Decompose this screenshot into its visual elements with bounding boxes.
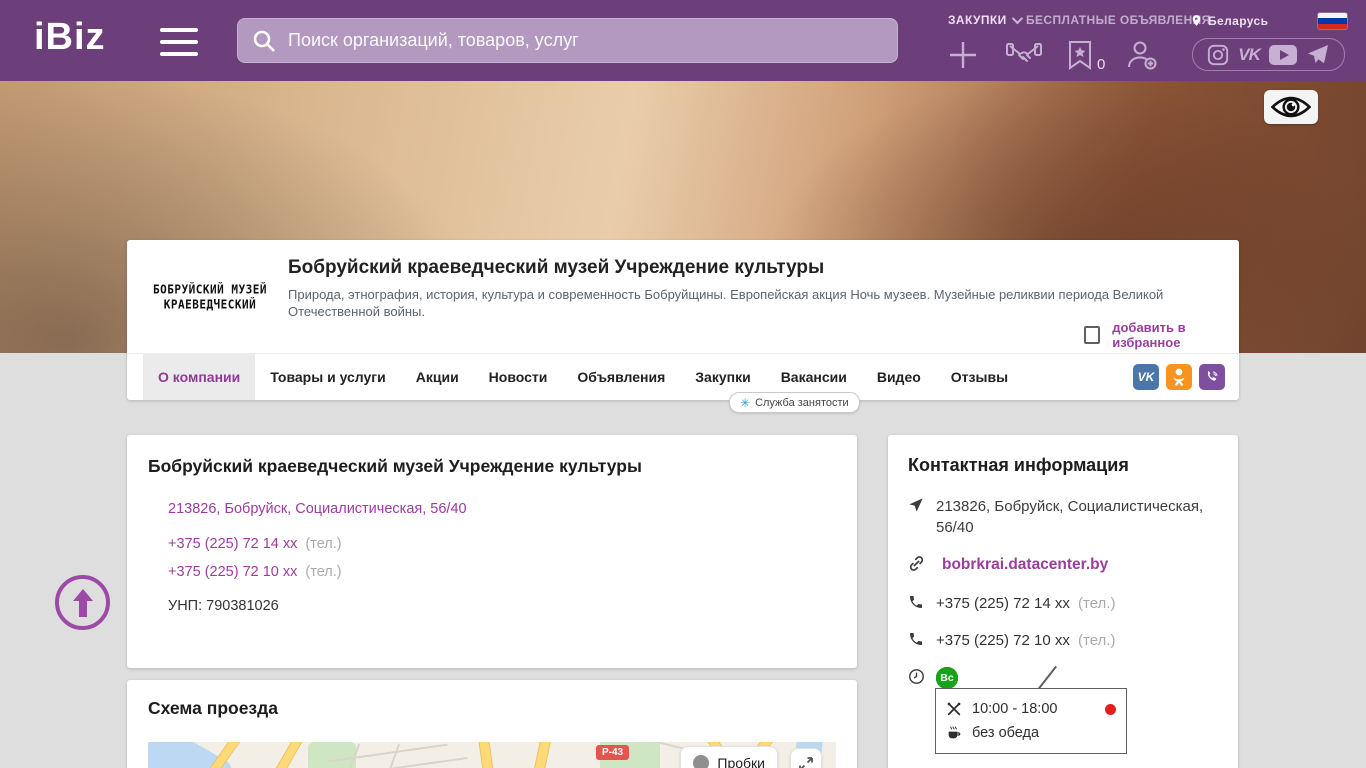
menu-zakupki[interactable]: ЗАКУПКИ xyxy=(948,12,1023,27)
map-title: Схема проезда xyxy=(148,698,278,718)
plus-icon xyxy=(950,42,976,68)
contact-website: bobrkrai.datacenter.by xyxy=(908,554,1218,575)
day-pill-sun[interactable]: Вс xyxy=(936,667,958,689)
link-icon xyxy=(908,555,925,578)
search-icon xyxy=(253,30,275,52)
vk-icon[interactable]: VK xyxy=(1238,45,1261,65)
logo[interactable]: iBiz xyxy=(34,16,106,59)
odnoklassniki-icon[interactable] xyxy=(1166,364,1192,390)
map-road xyxy=(474,742,511,768)
traffic-button[interactable]: Пробки xyxy=(680,746,778,768)
add-to-favorites[interactable]: добавить в избранное xyxy=(1084,320,1239,350)
search-input[interactable] xyxy=(288,30,883,51)
company-socials: VK xyxy=(1133,364,1225,390)
hamburger-menu-icon[interactable] xyxy=(160,28,198,56)
map-card: Схема проезда Р-43 Пробки xyxy=(127,680,857,768)
road-badge: Р-43 xyxy=(596,745,630,760)
tab-news[interactable]: Новости xyxy=(474,354,563,400)
company-card: БОБРУЙСКИЙ МУЗЕЙ КРАЕВЕДЧЕСКИЙ Бобруйски… xyxy=(127,240,1239,400)
company-title: Бобруйский краеведческий музей Учреждени… xyxy=(288,257,825,278)
tools-icon xyxy=(947,702,961,716)
contact-address: 213826, Бобруйск, Социалистическая, 56/4… xyxy=(908,496,1218,538)
tab-video[interactable]: Видео xyxy=(862,354,936,400)
eye-icon xyxy=(1271,96,1311,118)
about-title: Бобруйский краеведческий музей Учреждени… xyxy=(148,456,642,476)
location-pin-icon xyxy=(1192,15,1201,26)
employment-service-icon: ✳ xyxy=(740,395,751,410)
coffee-cup-icon xyxy=(948,726,961,739)
viber-icon[interactable] xyxy=(1199,364,1225,390)
map-expand-button[interactable] xyxy=(790,748,822,768)
phone-link[interactable]: +375 (225) 72 10 xx xyxy=(168,564,297,580)
company-logo: БОБРУЙСКИЙ МУЗЕЙ КРАЕВЕДЧЕСКИЙ xyxy=(153,282,267,312)
map-park xyxy=(308,742,356,768)
user-add-icon xyxy=(1128,41,1157,70)
page: iBiz ЗАКУПКИ БЕСПЛАТНЫЕ ОБЪЯВЛЕНИЯ Белар… xyxy=(0,0,1366,768)
telegram-icon[interactable] xyxy=(1306,44,1330,66)
header-socials: VK xyxy=(1192,38,1345,71)
about-card: Бобруйский краеведческий музей Учреждени… xyxy=(127,435,857,668)
company-tabbar: О компании Товары и услуги Акции Новости… xyxy=(127,353,1239,400)
working-days: Пн Вт Ср Чт Пт Сб Вс xyxy=(936,667,1218,689)
about-address-link[interactable]: 213826, Бобруйск, Социалистическая, 56/4… xyxy=(168,501,467,517)
handshake-icon xyxy=(1006,43,1042,62)
schedule-time: 10:00 - 18:00 xyxy=(972,701,1058,717)
accessibility-eye-button[interactable] xyxy=(1264,90,1318,124)
instagram-icon[interactable] xyxy=(1207,44,1229,66)
favorite-label: добавить в избранное xyxy=(1112,320,1186,350)
company-unp: УНП: 790381026 xyxy=(168,598,279,614)
schedule-lunch: без обеда xyxy=(972,725,1040,741)
map[interactable]: Р-43 Пробки xyxy=(148,742,836,768)
vacancy-tooltip: ✳ Служба занятости xyxy=(729,392,860,413)
arrow-up-icon xyxy=(72,588,93,617)
expand-icon xyxy=(799,757,813,768)
contact-card: Контактная информация 213826, Бобруйск, … xyxy=(888,435,1238,768)
add-company-button[interactable] xyxy=(948,40,978,75)
contact-phone-2: +375 (225) 72 10 xx (тел.) xyxy=(908,630,1218,651)
youtube-icon[interactable] xyxy=(1268,44,1297,65)
map-road xyxy=(507,742,558,768)
about-phone-1: +375 (225) 72 14 xx (тел.) xyxy=(168,536,342,552)
tab-reviews[interactable]: Отзывы xyxy=(936,354,1023,400)
clock-icon xyxy=(908,668,925,691)
search-bar[interactable] xyxy=(237,18,898,63)
header: iBiz ЗАКУПКИ БЕСПЛАТНЫЕ ОБЪЯВЛЕНИЯ Белар… xyxy=(0,0,1366,81)
favorites-button[interactable] xyxy=(1068,40,1092,75)
contact-phone-1: +375 (225) 72 14 xx (тел.) xyxy=(908,593,1218,614)
location-selector[interactable]: Беларусь xyxy=(1190,13,1268,28)
tab-promos[interactable]: Акции xyxy=(401,354,474,400)
language-flag-russia[interactable] xyxy=(1318,13,1347,29)
vk-share-icon[interactable]: VK xyxy=(1133,364,1159,390)
company-description: Природа, этнография, история, культура и… xyxy=(288,287,1164,319)
closed-now-indicator xyxy=(1105,703,1116,715)
login-button[interactable] xyxy=(1126,40,1158,75)
schedule-tooltip: 10:00 - 18:00 без обеда xyxy=(935,688,1127,754)
tab-ads[interactable]: Объявления xyxy=(562,354,680,400)
about-phone-2: +375 (225) 72 10 xx (тел.) xyxy=(168,564,342,580)
scroll-to-top-button[interactable] xyxy=(55,575,110,630)
website-link[interactable]: bobrkrai.datacenter.by xyxy=(942,556,1108,573)
phone-icon xyxy=(908,631,924,653)
contact-title: Контактная информация xyxy=(908,455,1129,475)
favorite-checkbox[interactable] xyxy=(1084,326,1101,344)
tab-products[interactable]: Товары и услуги xyxy=(255,354,400,400)
traffic-light-icon xyxy=(693,755,710,768)
phone-link[interactable]: +375 (225) 72 10 xx xyxy=(936,632,1070,649)
partners-button[interactable] xyxy=(1006,42,1042,74)
contact-schedule: Пн Вт Ср Чт Пт Сб Вс xyxy=(908,667,1218,689)
phone-icon xyxy=(908,594,924,616)
tab-about[interactable]: О компании xyxy=(143,354,256,400)
schedule-hours-row: 10:00 - 18:00 xyxy=(946,697,1116,721)
phone-link[interactable]: +375 (225) 72 14 xx xyxy=(936,595,1070,612)
menu-free-ads[interactable]: БЕСПЛАТНЫЕ ОБЪЯВЛЕНИЯ xyxy=(1026,13,1211,27)
schedule-lunch-row: без обеда xyxy=(946,721,1116,745)
favorites-count: 0 xyxy=(1097,56,1106,73)
navigation-arrow-icon xyxy=(908,497,924,519)
chevron-down-icon xyxy=(1011,12,1023,25)
phone-link[interactable]: +375 (225) 72 14 xx xyxy=(168,536,297,552)
bookmark-star-icon xyxy=(1069,41,1091,70)
